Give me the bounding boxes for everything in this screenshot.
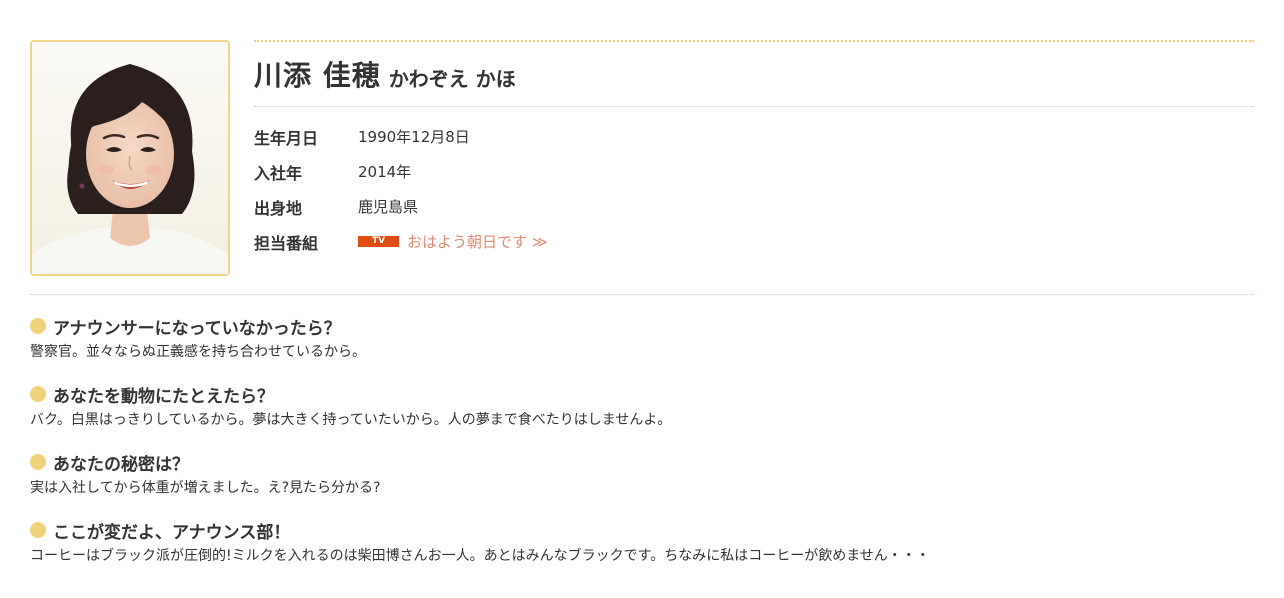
fact-join-year: 入社年 2014年: [254, 154, 1254, 189]
bullet-dot-icon: [30, 318, 46, 334]
fact-label: 出身地: [254, 198, 303, 218]
qa-answer: バク。白黒はっきりしているから。夢は大きく持っていたいから。人の夢まで食べたりは…: [30, 412, 672, 428]
section-divider: [30, 294, 1254, 295]
qa-answer: コーヒーはブラック派が圧倒的!ミルクを入れるのは柴田博さんお一人。あとはみんなブ…: [30, 548, 930, 564]
qa-list: アナウンサーになっていなかったら？ 警察官。並々ならぬ正義感を持ち合わせているか…: [30, 312, 1254, 584]
qa-item: あなたを動物にたとえたら？ バク。白黒はっきりしているから。夢は大きく持っていた…: [30, 380, 1254, 448]
announcer-name: 川添 佳穂: [254, 59, 381, 92]
fact-program: 担当番組 TV おはよう朝日です ≫: [254, 224, 1254, 259]
fact-value: 2014年: [358, 163, 412, 181]
fact-value: 1990年12月8日: [358, 128, 470, 146]
qa-item: アナウンサーになっていなかったら？ 警察官。並々ならぬ正義感を持ち合わせているか…: [30, 312, 1254, 380]
tv-badge: TV: [358, 236, 399, 247]
fact-label: 担当番組: [254, 233, 319, 253]
fact-value: 鹿児島県: [358, 198, 419, 216]
qa-question-text: アナウンサーになっていなかったら？: [53, 318, 341, 339]
bullet-dot-icon: [30, 386, 46, 402]
qa-answer: 実は入社してから体重が増えました。え?見たら分かる?: [30, 480, 381, 496]
qa-question: あなたの秘密は？: [30, 448, 1254, 476]
qa-question-text: あなたの秘密は？: [53, 454, 189, 475]
fact-label: 生年月日: [254, 128, 319, 148]
qa-item: あなたの秘密は？ 実は入社してから体重が増えました。え?見たら分かる?: [30, 448, 1254, 516]
qa-question: あなたを動物にたとえたら？: [30, 380, 1254, 408]
profile-photo: [30, 40, 230, 276]
announcer-name-kana: かわぞえ かほ: [388, 66, 516, 91]
fact-hometown: 出身地 鹿児島県: [254, 189, 1254, 224]
bullet-dot-icon: [30, 522, 46, 538]
fact-label: 入社年: [254, 163, 303, 183]
name-row: 川添 佳穂 かわぞえ かほ: [254, 42, 1254, 107]
fact-birthdate: 生年月日 1990年12月8日: [254, 119, 1254, 154]
qa-question: アナウンサーになっていなかったら？: [30, 312, 1254, 340]
profile-info: 川添 佳穂 かわぞえ かほ 生年月日 1990年12月8日 入社年 2014年 …: [254, 40, 1254, 259]
program-link[interactable]: おはよう朝日です ≫: [407, 233, 547, 251]
bullet-dot-icon: [30, 454, 46, 470]
qa-question: ここが変だよ、アナウンス部！: [30, 516, 1254, 544]
qa-question-text: ここが変だよ、アナウンス部！: [53, 522, 291, 543]
qa-question-text: あなたを動物にたとえたら？: [53, 386, 274, 407]
qa-item: ここが変だよ、アナウンス部！ コーヒーはブラック派が圧倒的!ミルクを入れるのは柴…: [30, 516, 1254, 584]
profile-header: 川添 佳穂 かわぞえ かほ 生年月日 1990年12月8日 入社年 2014年 …: [30, 40, 1254, 276]
profile-facts: 生年月日 1990年12月8日 入社年 2014年 出身地 鹿児島県 担当番組 …: [254, 119, 1254, 259]
qa-answer: 警察官。並々ならぬ正義感を持ち合わせているから。: [30, 344, 366, 360]
announcer-portrait-image: [32, 42, 228, 274]
fact-value: TV おはよう朝日です ≫: [358, 231, 547, 252]
